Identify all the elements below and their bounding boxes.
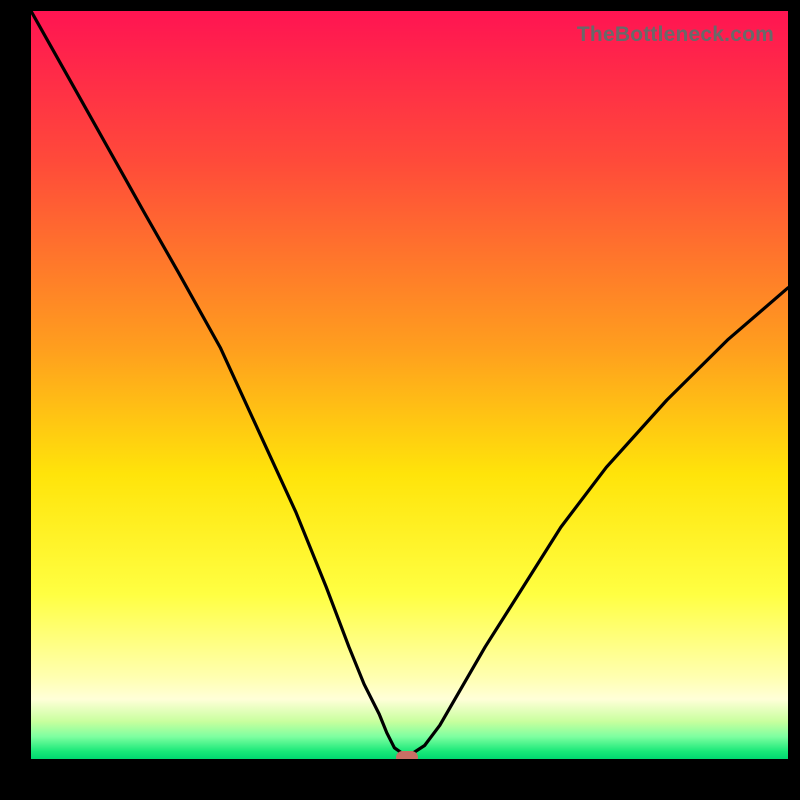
watermark-text: TheBottleneck.com <box>577 23 774 47</box>
chart-frame: TheBottleneck.com <box>0 0 800 800</box>
optimal-point-marker <box>396 751 418 759</box>
bottleneck-curve <box>31 11 788 759</box>
plot-area: TheBottleneck.com <box>31 11 788 759</box>
